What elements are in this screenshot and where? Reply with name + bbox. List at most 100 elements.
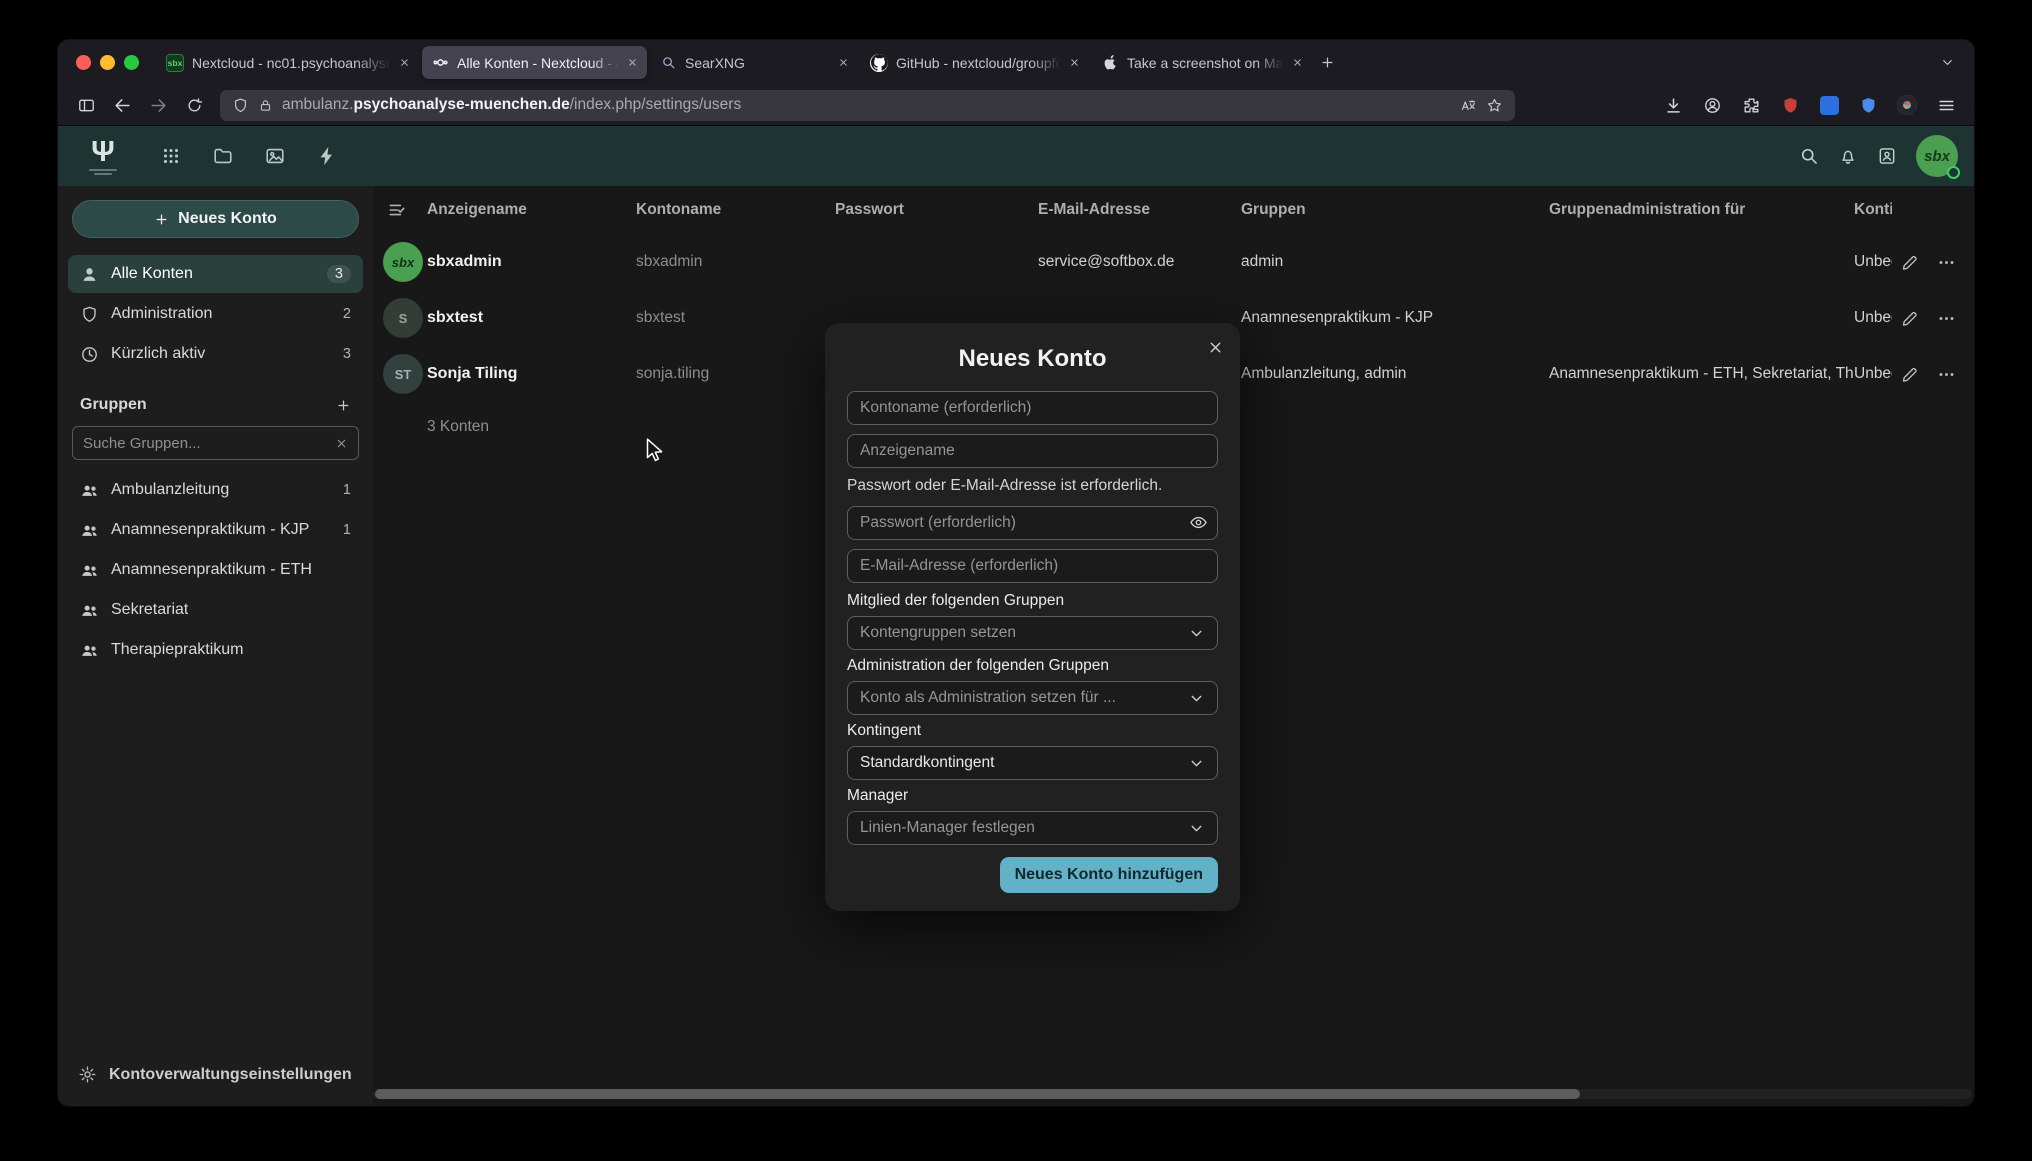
tracking-protection-shield-icon[interactable] — [232, 97, 249, 114]
lock-icon[interactable] — [258, 98, 273, 113]
anzeigename-input[interactable] — [847, 434, 1218, 468]
zoom-window-button[interactable] — [124, 55, 139, 70]
sidebar-group-ambulanzleitung[interactable]: Ambulanzleitung 1 — [68, 471, 363, 509]
chevron-down-icon — [1188, 820, 1205, 837]
tab-searxng[interactable]: SearXNG — [650, 46, 858, 79]
forward-button[interactable] — [142, 89, 174, 121]
online-status-dot — [1947, 166, 1960, 179]
user-avatar[interactable]: sbx — [1916, 135, 1958, 177]
tab-close-icon[interactable] — [399, 57, 410, 68]
dashboard-app-icon[interactable] — [160, 145, 182, 167]
sidebar-toggle-button[interactable] — [70, 89, 102, 121]
account-management-settings[interactable]: Kontoverwaltungseinstellungen — [66, 1057, 365, 1092]
menu-button[interactable] — [1930, 89, 1962, 121]
edit-user-icon[interactable] — [1900, 253, 1919, 272]
add-group-icon[interactable] — [336, 398, 351, 413]
toggle-password-visibility-icon[interactable] — [1189, 513, 1208, 532]
sidebar-group-anamnesenpraktikum-kjp[interactable]: Anamnesenpraktikum - KJP 1 — [68, 511, 363, 549]
sidebar-item-alle-konten[interactable]: Alle Konten 3 — [68, 255, 363, 293]
list-all-tabs-button[interactable] — [1932, 48, 1962, 78]
extension-multicolor-icon[interactable] — [1891, 89, 1923, 121]
member-groups-select[interactable]: Kontengruppen setzen — [847, 616, 1218, 650]
edit-user-icon[interactable] — [1900, 365, 1919, 384]
photos-app-icon[interactable] — [264, 145, 286, 167]
tab-close-icon[interactable] — [627, 57, 638, 68]
sidebar-group-anamnesenpraktikum-eth[interactable]: Anamnesenpraktikum - ETH — [68, 551, 363, 589]
horizontal-scrollbar-track[interactable] — [373, 1089, 1972, 1099]
tab-strip: sbx Nextcloud - nc01.psychoanalyse Alle … — [157, 46, 1312, 79]
back-button[interactable] — [106, 89, 138, 121]
tab-alle-konten-active[interactable]: Alle Konten - Nextcloud - Ambu — [422, 46, 647, 79]
manager-select[interactable]: Linien-Manager festlegen — [847, 811, 1218, 845]
submit-new-account-button[interactable]: Neues Konto hinzufügen — [1000, 857, 1218, 893]
extension-blue-square-icon[interactable] — [1813, 89, 1845, 121]
sidebar-item-label: Alle Konten — [111, 265, 193, 283]
tab-close-icon[interactable] — [1292, 57, 1303, 68]
group-admin-cell: Anamnesenpraktikum - ETH, Sekretariat, T… — [1549, 365, 1854, 383]
column-kontoname[interactable]: Kontoname — [636, 201, 835, 219]
activity-app-icon[interactable] — [316, 145, 338, 167]
sidebar-item-count: 2 — [343, 306, 351, 322]
modal-close-icon[interactable] — [1207, 339, 1224, 356]
minimize-window-button[interactable] — [100, 55, 115, 70]
groups-cell: Ambulanzleitung, admin — [1241, 365, 1549, 383]
password-input[interactable] — [847, 506, 1218, 540]
account-button[interactable] — [1696, 89, 1728, 121]
new-tab-button[interactable] — [1312, 48, 1342, 78]
gear-icon — [78, 1065, 97, 1084]
bookmark-star-icon[interactable] — [1486, 97, 1503, 114]
settings-label: Kontoverwaltungseinstellungen — [109, 1066, 352, 1084]
email-input[interactable] — [847, 549, 1218, 583]
reload-button[interactable] — [178, 89, 210, 121]
quota-select[interactable]: Standardkontingent — [847, 746, 1218, 780]
horizontal-scrollbar-thumb[interactable] — [375, 1089, 1580, 1099]
group-search-input[interactable]: Suche Gruppen... — [72, 426, 359, 460]
kontoname-input[interactable] — [847, 391, 1218, 425]
app-menu — [160, 145, 338, 167]
tab-apple-support[interactable]: Take a screenshot on Mac - Ap — [1092, 46, 1312, 79]
tab-nextcloud-nc01[interactable]: sbx Nextcloud - nc01.psychoanalyse — [157, 46, 419, 79]
files-app-icon[interactable] — [212, 145, 234, 167]
group-icon — [80, 521, 99, 540]
column-anzeigename[interactable]: Anzeigename — [427, 201, 636, 219]
member-groups-label: Mitglied der folgenden Gruppen — [847, 592, 1218, 610]
url-bar[interactable]: ambulanz.psychoanalyse-muenchen.de/index… — [220, 90, 1515, 121]
header-actions-spacer — [1892, 186, 1974, 234]
app-logo[interactable]: Ψ — [74, 138, 132, 175]
sidebar-item-kuerzlich-aktiv[interactable]: Kürzlich aktiv 3 — [68, 335, 363, 373]
user-actions-menu-icon[interactable] — [1937, 365, 1956, 384]
user-actions-menu-icon[interactable] — [1937, 253, 1956, 272]
admin-groups-label: Administration der folgenden Gruppen — [847, 657, 1218, 675]
clear-search-icon[interactable] — [335, 437, 348, 450]
chevron-down-icon — [1188, 625, 1205, 642]
column-email[interactable]: E-Mail-Adresse — [1038, 201, 1241, 219]
sidebar-item-administration[interactable]: Administration 2 — [68, 295, 363, 333]
url-text: ambulanz.psychoanalyse-muenchen.de/index… — [282, 96, 741, 114]
extension-blue-shield-icon[interactable] — [1852, 89, 1884, 121]
group-search-placeholder: Suche Gruppen... — [83, 435, 327, 452]
downloads-button[interactable] — [1657, 89, 1689, 121]
column-gruppen[interactable]: Gruppen — [1241, 201, 1549, 219]
column-gruppenadministration[interactable]: Gruppenadministration für — [1549, 201, 1854, 219]
contacts-menu-icon[interactable] — [1877, 146, 1897, 166]
close-window-button[interactable] — [76, 55, 91, 70]
extensions-button[interactable] — [1735, 89, 1767, 121]
new-account-button[interactable]: Neues Konto — [72, 200, 359, 238]
tab-close-icon[interactable] — [838, 57, 849, 68]
group-icon — [80, 641, 99, 660]
translate-icon[interactable] — [1460, 97, 1477, 114]
toggle-columns-icon[interactable] — [383, 200, 427, 220]
tab-github[interactable]: GitHub - nextcloud/groupfolder — [861, 46, 1089, 79]
column-passwort[interactable]: Passwort — [835, 201, 1038, 219]
sidebar-group-sekretariat[interactable]: Sekretariat — [68, 591, 363, 629]
edit-user-icon[interactable] — [1900, 309, 1919, 328]
user-actions-menu-icon[interactable] — [1937, 309, 1956, 328]
notifications-bell-icon[interactable] — [1838, 146, 1858, 166]
sidebar-group-therapiepraktikum[interactable]: Therapiepraktikum — [68, 631, 363, 669]
groups-section-header: Gruppen — [70, 396, 361, 414]
extension-red-shield-icon[interactable] — [1774, 89, 1806, 121]
sidebar-item-label: Administration — [111, 305, 212, 323]
tab-close-icon[interactable] — [1069, 57, 1080, 68]
unified-search-icon[interactable] — [1799, 146, 1819, 166]
admin-groups-select[interactable]: Konto als Administration setzen für ... — [847, 681, 1218, 715]
